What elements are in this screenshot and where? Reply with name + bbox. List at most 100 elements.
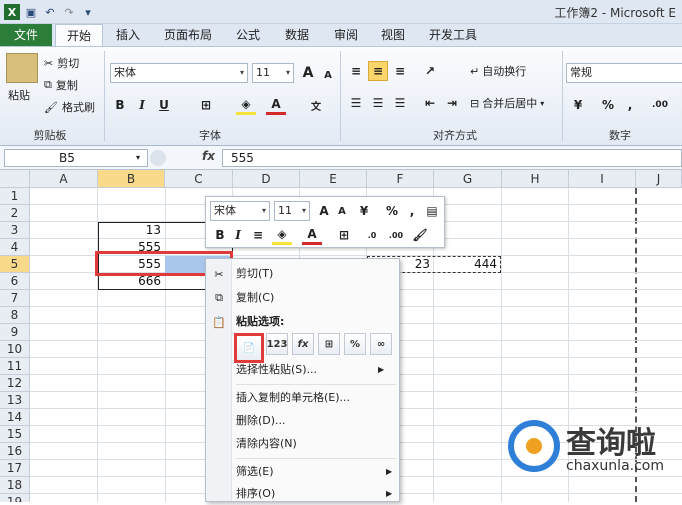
align-right-icon[interactable]: ☰ bbox=[390, 93, 410, 113]
mini-decrease-decimal-icon[interactable]: .00 bbox=[386, 225, 406, 245]
row-header[interactable]: 3 bbox=[0, 222, 30, 239]
tab-file[interactable]: 文件 bbox=[0, 24, 52, 46]
comma-button[interactable]: , bbox=[620, 95, 640, 115]
row-header[interactable]: 5 bbox=[0, 256, 30, 273]
select-all-corner[interactable] bbox=[0, 170, 30, 188]
mini-currency-icon[interactable]: ¥ bbox=[354, 201, 374, 221]
row-header[interactable]: 7 bbox=[0, 290, 30, 307]
column-header-d[interactable]: D bbox=[233, 170, 300, 188]
row-header[interactable]: 14 bbox=[0, 409, 30, 426]
mini-align-icon[interactable]: ≡ bbox=[248, 225, 268, 245]
row-header[interactable]: 10 bbox=[0, 341, 30, 358]
paste-icon[interactable] bbox=[6, 53, 38, 83]
row-header[interactable]: 18 bbox=[0, 477, 30, 494]
mini-format-icon[interactable]: ▤ bbox=[422, 201, 442, 221]
menu-item-cut[interactable]: 剪切(T) bbox=[236, 263, 273, 285]
insert-function-icon[interactable]: fx bbox=[202, 149, 215, 163]
paste-option-formulas[interactable]: fx bbox=[292, 333, 314, 355]
paste-option-formatting[interactable]: ⊞ bbox=[318, 333, 340, 355]
mini-format-painter-icon[interactable]: 🖌 bbox=[410, 225, 430, 245]
cell-g5[interactable]: 444 bbox=[434, 256, 501, 273]
save-icon[interactable]: ▣ bbox=[23, 4, 39, 20]
row-header[interactable]: 17 bbox=[0, 460, 30, 477]
mini-shrink-font-icon[interactable]: A bbox=[332, 201, 352, 221]
column-header-c[interactable]: C bbox=[165, 170, 233, 188]
mini-bold-button[interactable]: B bbox=[210, 225, 230, 245]
column-header-h[interactable]: H bbox=[502, 170, 569, 188]
underline-button[interactable]: U bbox=[154, 95, 174, 115]
row-header[interactable]: 4 bbox=[0, 239, 30, 256]
mini-percent-button[interactable]: % bbox=[382, 201, 402, 221]
paste-option-percent[interactable]: % bbox=[344, 333, 366, 355]
percent-button[interactable]: % bbox=[598, 95, 618, 115]
row-header[interactable]: 12 bbox=[0, 375, 30, 392]
row-header[interactable]: 2 bbox=[0, 205, 30, 222]
cut-button[interactable]: ✂ 剪切 bbox=[44, 55, 79, 71]
fill-color-icon[interactable]: ◈ bbox=[236, 95, 256, 115]
mini-borders-icon[interactable]: ⊞ bbox=[334, 225, 354, 245]
row-header[interactable]: 16 bbox=[0, 443, 30, 460]
increase-indent-icon[interactable]: ⇥ bbox=[442, 93, 462, 113]
currency-icon[interactable]: ¥ bbox=[568, 95, 588, 115]
tab-insert[interactable]: 插入 bbox=[108, 24, 148, 46]
align-middle-icon[interactable]: ≡ bbox=[368, 61, 388, 81]
menu-item-paste-special[interactable]: 选择性粘贴(S)... bbox=[236, 359, 317, 381]
row-header[interactable]: 19 bbox=[0, 494, 30, 502]
italic-button[interactable]: I bbox=[132, 95, 152, 115]
merge-center-button[interactable]: ⊟ 合并后居中 ▾ bbox=[470, 95, 544, 111]
menu-item-clear-contents[interactable]: 清除内容(N) bbox=[236, 433, 297, 455]
name-box-dropdown-icon[interactable]: ▾ bbox=[136, 153, 140, 162]
menu-item-delete[interactable]: 删除(D)... bbox=[236, 410, 286, 432]
row-header[interactable]: 1 bbox=[0, 188, 30, 205]
row-header[interactable]: 8 bbox=[0, 307, 30, 324]
tab-formulas[interactable]: 公式 bbox=[228, 24, 268, 46]
row-header[interactable]: 15 bbox=[0, 426, 30, 443]
borders-icon[interactable]: ⊞ bbox=[196, 95, 216, 115]
tab-home[interactable]: 开始 bbox=[55, 24, 103, 47]
grow-font-button[interactable]: A bbox=[298, 63, 318, 83]
phonetic-icon[interactable]: 文 bbox=[306, 95, 326, 115]
row-header[interactable]: 13 bbox=[0, 392, 30, 409]
orientation-icon[interactable]: ↗ bbox=[420, 61, 440, 81]
decrease-indent-icon[interactable]: ⇤ bbox=[420, 93, 440, 113]
tab-review[interactable]: 审阅 bbox=[326, 24, 366, 46]
column-header-a[interactable]: A bbox=[30, 170, 98, 188]
copy-button[interactable]: ⧉ 复制 bbox=[44, 77, 78, 93]
column-header-e[interactable]: E bbox=[300, 170, 367, 188]
font-size-combo[interactable]: 11 ▾ bbox=[252, 63, 294, 83]
format-painter-button[interactable]: 🖌 格式刷 bbox=[44, 99, 95, 115]
formula-input[interactable]: 555 bbox=[222, 149, 682, 167]
align-bottom-icon[interactable]: ≡ bbox=[390, 61, 410, 81]
customize-icon[interactable]: ▾ bbox=[80, 4, 96, 20]
paste-option-values[interactable]: 123 bbox=[266, 333, 288, 355]
align-center-icon[interactable]: ☰ bbox=[368, 93, 388, 113]
row-header[interactable]: 6 bbox=[0, 273, 30, 290]
row-header[interactable]: 11 bbox=[0, 358, 30, 375]
name-box[interactable]: B5 bbox=[4, 149, 148, 167]
number-format-combo[interactable]: 常规 bbox=[566, 63, 682, 83]
mini-grow-font-icon[interactable]: A bbox=[314, 201, 334, 221]
font-color-icon[interactable]: A bbox=[266, 95, 286, 115]
mini-increase-decimal-icon[interactable]: .0 bbox=[362, 225, 382, 245]
cell-b3[interactable]: 13 bbox=[98, 222, 165, 239]
menu-item-insert-copied-cells[interactable]: 插入复制的单元格(E)... bbox=[236, 387, 350, 409]
column-header-f[interactable]: F bbox=[367, 170, 434, 188]
tab-view[interactable]: 视图 bbox=[373, 24, 413, 46]
mini-font-combo[interactable]: 宋体 ▾ bbox=[210, 201, 270, 221]
undo-icon[interactable]: ↶ bbox=[42, 4, 58, 20]
menu-item-filter[interactable]: 筛选(E) bbox=[236, 461, 274, 483]
column-header-g[interactable]: G bbox=[434, 170, 502, 188]
tab-data[interactable]: 数据 bbox=[277, 24, 317, 46]
bold-button[interactable]: B bbox=[110, 95, 130, 115]
mini-fill-color-icon[interactable]: ◈ bbox=[272, 225, 292, 245]
column-header-i[interactable]: I bbox=[569, 170, 636, 188]
mini-size-combo[interactable]: 11 ▾ bbox=[274, 201, 310, 221]
tab-developer[interactable]: 开发工具 bbox=[420, 24, 486, 46]
column-header-b[interactable]: B bbox=[98, 170, 165, 188]
shrink-font-button[interactable]: A bbox=[318, 65, 338, 85]
column-header-j[interactable]: J bbox=[636, 170, 682, 188]
menu-item-copy[interactable]: 复制(C) bbox=[236, 287, 274, 309]
align-top-icon[interactable]: ≡ bbox=[346, 61, 366, 81]
paste-button[interactable]: 粘贴 bbox=[8, 87, 30, 103]
paste-option-link[interactable]: ∞ bbox=[370, 333, 392, 355]
